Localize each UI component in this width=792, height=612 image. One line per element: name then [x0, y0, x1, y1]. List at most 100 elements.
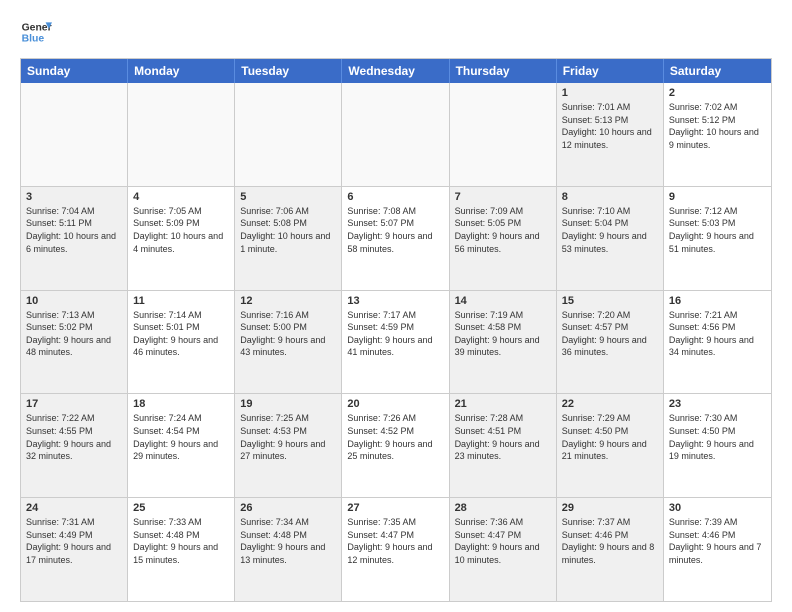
- day-number: 3: [26, 191, 122, 203]
- calendar-cell: 14 Sunrise: 7:19 AM Sunset: 4:58 PM Dayli…: [450, 291, 557, 394]
- day-number: 9: [669, 191, 766, 203]
- day-info: Sunrise: 7:06 AM Sunset: 5:08 PM Dayligh…: [240, 205, 336, 255]
- day-info: Sunrise: 7:31 AM Sunset: 4:49 PM Dayligh…: [26, 516, 122, 566]
- day-number: 18: [133, 398, 229, 410]
- day-info: Sunrise: 7:26 AM Sunset: 4:52 PM Dayligh…: [347, 412, 443, 462]
- day-info: Sunrise: 7:37 AM Sunset: 4:46 PM Dayligh…: [562, 516, 658, 566]
- day-info: Sunrise: 7:35 AM Sunset: 4:47 PM Dayligh…: [347, 516, 443, 566]
- day-info: Sunrise: 7:12 AM Sunset: 5:03 PM Dayligh…: [669, 205, 766, 255]
- day-info: Sunrise: 7:08 AM Sunset: 5:07 PM Dayligh…: [347, 205, 443, 255]
- calendar-cell: 1 Sunrise: 7:01 AM Sunset: 5:13 PM Daylig…: [557, 83, 664, 186]
- calendar-cell: 11Sunrise: 7:14 AM Sunset: 5:01 PM Dayli…: [128, 291, 235, 394]
- weekday-header: Friday: [557, 59, 664, 83]
- day-info: Sunrise: 7:21 AM Sunset: 4:56 PM Dayligh…: [669, 309, 766, 359]
- day-info: Sunrise: 7:19 AM Sunset: 4:58 PM Dayligh…: [455, 309, 551, 359]
- day-info: Sunrise: 7:16 AM Sunset: 5:00 PM Dayligh…: [240, 309, 336, 359]
- logo: General Blue: [20, 16, 52, 48]
- calendar-cell: 10 Sunrise: 7:13 AM Sunset: 5:02 PM Dayli…: [21, 291, 128, 394]
- calendar-cell: 19Sunrise: 7:25 AM Sunset: 4:53 PM Dayli…: [235, 394, 342, 497]
- calendar-row: 24 Sunrise: 7:31 AM Sunset: 4:49 PM Dayli…: [21, 497, 771, 601]
- day-number: 20: [347, 398, 443, 410]
- calendar-cell: [128, 83, 235, 186]
- day-info: Sunrise: 7:28 AM Sunset: 4:51 PM Dayligh…: [455, 412, 551, 462]
- day-info: Sunrise: 7:22 AM Sunset: 4:55 PM Dayligh…: [26, 412, 122, 462]
- calendar-cell: [235, 83, 342, 186]
- day-info: Sunrise: 7:33 AM Sunset: 4:48 PM Dayligh…: [133, 516, 229, 566]
- calendar-cell: 25 Sunrise: 7:33 AM Sunset: 4:48 PM Dayli…: [128, 498, 235, 601]
- weekday-header: Thursday: [450, 59, 557, 83]
- day-number: 27: [347, 502, 443, 514]
- page: General Blue SundayMondayTuesdayWednesda…: [0, 0, 792, 612]
- day-info: Sunrise: 7:01 AM Sunset: 5:13 PM Dayligh…: [562, 101, 658, 151]
- day-number: 14: [455, 295, 551, 307]
- day-info: Sunrise: 7:24 AM Sunset: 4:54 PM Dayligh…: [133, 412, 229, 462]
- day-info: Sunrise: 7:13 AM Sunset: 5:02 PM Dayligh…: [26, 309, 122, 359]
- day-info: Sunrise: 7:05 AM Sunset: 5:09 PM Dayligh…: [133, 205, 229, 255]
- calendar-cell: 27 Sunrise: 7:35 AM Sunset: 4:47 PM Dayli…: [342, 498, 449, 601]
- calendar-cell: 2Sunrise: 7:02 AM Sunset: 5:12 PM Daylig…: [664, 83, 771, 186]
- weekday-header: Tuesday: [235, 59, 342, 83]
- day-number: 17: [26, 398, 122, 410]
- calendar-cell: 3 Sunrise: 7:04 AM Sunset: 5:11 PM Daylig…: [21, 187, 128, 290]
- day-number: 24: [26, 502, 122, 514]
- day-info: Sunrise: 7:39 AM Sunset: 4:46 PM Dayligh…: [669, 516, 766, 566]
- calendar-cell: 5 Sunrise: 7:06 AM Sunset: 5:08 PM Daylig…: [235, 187, 342, 290]
- day-number: 19: [240, 398, 336, 410]
- calendar: SundayMondayTuesdayWednesdayThursdayFrid…: [20, 58, 772, 602]
- day-info: Sunrise: 7:14 AM Sunset: 5:01 PM Dayligh…: [133, 309, 229, 359]
- day-info: Sunrise: 7:02 AM Sunset: 5:12 PM Dayligh…: [669, 101, 766, 151]
- calendar-row: 10 Sunrise: 7:13 AM Sunset: 5:02 PM Dayli…: [21, 290, 771, 394]
- calendar-cell: 20 Sunrise: 7:26 AM Sunset: 4:52 PM Dayli…: [342, 394, 449, 497]
- day-number: 21: [455, 398, 551, 410]
- day-number: 16: [669, 295, 766, 307]
- logo-icon: General Blue: [20, 16, 52, 48]
- calendar-cell: 21 Sunrise: 7:28 AM Sunset: 4:51 PM Dayli…: [450, 394, 557, 497]
- calendar-cell: 13 Sunrise: 7:17 AM Sunset: 4:59 PM Dayli…: [342, 291, 449, 394]
- calendar-row: 1 Sunrise: 7:01 AM Sunset: 5:13 PM Daylig…: [21, 83, 771, 186]
- calendar-cell: [450, 83, 557, 186]
- calendar-body: 1 Sunrise: 7:01 AM Sunset: 5:13 PM Daylig…: [21, 83, 771, 601]
- day-number: 5: [240, 191, 336, 203]
- calendar-cell: 16 Sunrise: 7:21 AM Sunset: 4:56 PM Dayli…: [664, 291, 771, 394]
- calendar-cell: 8Sunrise: 7:10 AM Sunset: 5:04 PM Daylig…: [557, 187, 664, 290]
- weekday-header: Saturday: [664, 59, 771, 83]
- day-info: Sunrise: 7:10 AM Sunset: 5:04 PM Dayligh…: [562, 205, 658, 255]
- day-info: Sunrise: 7:36 AM Sunset: 4:47 PM Dayligh…: [455, 516, 551, 566]
- calendar-cell: 29 Sunrise: 7:37 AM Sunset: 4:46 PM Dayli…: [557, 498, 664, 601]
- weekday-header: Monday: [128, 59, 235, 83]
- day-number: 25: [133, 502, 229, 514]
- day-info: Sunrise: 7:34 AM Sunset: 4:48 PM Dayligh…: [240, 516, 336, 566]
- day-info: Sunrise: 7:04 AM Sunset: 5:11 PM Dayligh…: [26, 205, 122, 255]
- calendar-cell: 30 Sunrise: 7:39 AM Sunset: 4:46 PM Dayli…: [664, 498, 771, 601]
- day-info: Sunrise: 7:17 AM Sunset: 4:59 PM Dayligh…: [347, 309, 443, 359]
- calendar-row: 17 Sunrise: 7:22 AM Sunset: 4:55 PM Dayli…: [21, 393, 771, 497]
- calendar-cell: 18 Sunrise: 7:24 AM Sunset: 4:54 PM Dayli…: [128, 394, 235, 497]
- day-number: 12: [240, 295, 336, 307]
- calendar-cell: 4Sunrise: 7:05 AM Sunset: 5:09 PM Daylig…: [128, 187, 235, 290]
- calendar-cell: 28Sunrise: 7:36 AM Sunset: 4:47 PM Dayli…: [450, 498, 557, 601]
- calendar-cell: 22Sunrise: 7:29 AM Sunset: 4:50 PM Dayli…: [557, 394, 664, 497]
- day-number: 29: [562, 502, 658, 514]
- calendar-cell: 12 Sunrise: 7:16 AM Sunset: 5:00 PM Dayli…: [235, 291, 342, 394]
- header: General Blue: [20, 16, 772, 48]
- day-number: 7: [455, 191, 551, 203]
- day-number: 30: [669, 502, 766, 514]
- day-number: 6: [347, 191, 443, 203]
- day-number: 1: [562, 87, 658, 99]
- day-info: Sunrise: 7:09 AM Sunset: 5:05 PM Dayligh…: [455, 205, 551, 255]
- day-info: Sunrise: 7:29 AM Sunset: 4:50 PM Dayligh…: [562, 412, 658, 462]
- day-info: Sunrise: 7:20 AM Sunset: 4:57 PM Dayligh…: [562, 309, 658, 359]
- calendar-cell: 23Sunrise: 7:30 AM Sunset: 4:50 PM Dayli…: [664, 394, 771, 497]
- calendar-cell: 7 Sunrise: 7:09 AM Sunset: 5:05 PM Daylig…: [450, 187, 557, 290]
- day-number: 13: [347, 295, 443, 307]
- calendar-cell: 24 Sunrise: 7:31 AM Sunset: 4:49 PM Dayli…: [21, 498, 128, 601]
- weekday-header: Wednesday: [342, 59, 449, 83]
- day-number: 23: [669, 398, 766, 410]
- day-number: 26: [240, 502, 336, 514]
- calendar-row: 3 Sunrise: 7:04 AM Sunset: 5:11 PM Daylig…: [21, 186, 771, 290]
- calendar-cell: 9 Sunrise: 7:12 AM Sunset: 5:03 PM Daylig…: [664, 187, 771, 290]
- day-number: 10: [26, 295, 122, 307]
- calendar-cell: 26 Sunrise: 7:34 AM Sunset: 4:48 PM Dayli…: [235, 498, 342, 601]
- calendar-cell: 15Sunrise: 7:20 AM Sunset: 4:57 PM Dayli…: [557, 291, 664, 394]
- calendar-cell: 6 Sunrise: 7:08 AM Sunset: 5:07 PM Daylig…: [342, 187, 449, 290]
